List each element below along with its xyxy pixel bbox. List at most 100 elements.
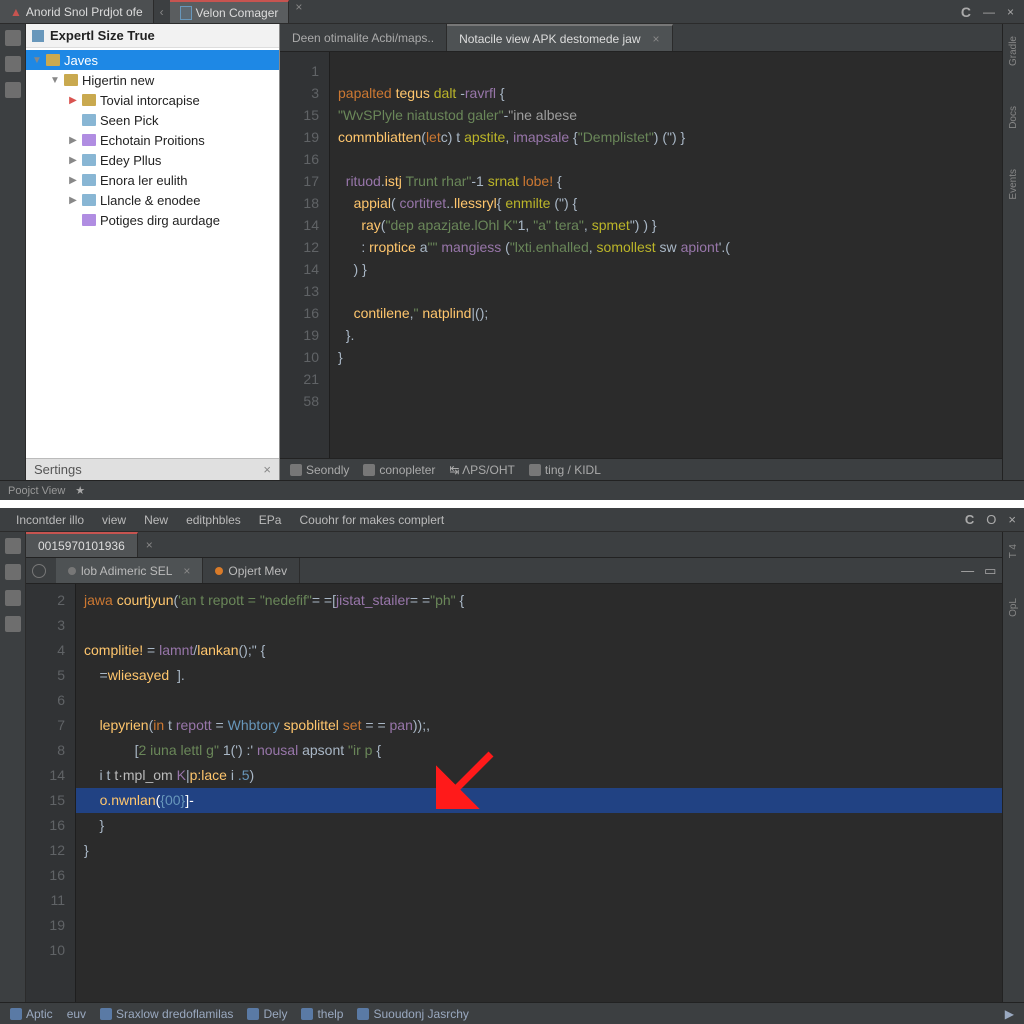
leaf-icon xyxy=(82,154,96,166)
menu-item[interactable]: Couohr for makes complert xyxy=(291,511,452,529)
main-tab-project[interactable]: ▲ Anorid Snol Prdjot ofe xyxy=(0,0,154,23)
activity-terminal-icon[interactable] xyxy=(5,616,21,632)
rail-item[interactable]: Docs xyxy=(1008,106,1019,129)
project-tree[interactable]: Javes Higertin new Tovial intorcapise Seen … xyxy=(26,48,279,458)
close-icon[interactable]: × xyxy=(263,462,271,477)
expand-arrow-icon[interactable] xyxy=(32,55,42,66)
tree-node[interactable]: Echotain Proitions xyxy=(26,130,279,150)
sidebar-header: Expertl Size True xyxy=(26,24,279,48)
rail-item[interactable]: OpL xyxy=(1008,598,1019,617)
menu-item[interactable]: editphbles xyxy=(178,511,249,529)
expand-arrow-icon[interactable] xyxy=(68,95,78,106)
rail-item[interactable]: Gradle xyxy=(1008,36,1019,66)
minimize-icon[interactable]: — xyxy=(983,5,995,19)
expand-arrow-icon[interactable] xyxy=(68,195,78,206)
status-item[interactable]: Seondly xyxy=(290,463,349,477)
status-icon xyxy=(529,464,541,476)
window-letter-button[interactable]: C xyxy=(961,4,971,20)
code-editor[interactable]: 131519161718141214131619102158 papalted … xyxy=(280,52,1024,458)
pane-divider xyxy=(0,500,1024,508)
expand-arrow-icon[interactable] xyxy=(68,155,78,166)
tree-node[interactable]: Llancle & enodee xyxy=(26,190,279,210)
editor-tab-0[interactable]: Deen otimalite Acbi/maps.. xyxy=(280,24,447,51)
scroll-right-icon[interactable]: ▶ xyxy=(1005,1007,1014,1021)
leaf-icon xyxy=(82,114,96,126)
menu-item[interactable]: EPa xyxy=(251,511,290,529)
status-icon xyxy=(357,1008,369,1020)
line-gutter: 23456781415161216111910 xyxy=(26,584,76,1002)
menu-item[interactable]: view xyxy=(94,511,134,529)
tree-node[interactable]: Enora ler eulith xyxy=(26,170,279,190)
file-icon xyxy=(180,6,192,20)
activity-bookmarks-icon[interactable] xyxy=(5,82,21,98)
sidebar-footer-label[interactable]: Sertings xyxy=(34,462,82,477)
back-circle-icon[interactable] xyxy=(32,564,46,578)
status-item[interactable]: ting / KIDL xyxy=(529,463,601,477)
expand-arrow-icon[interactable] xyxy=(50,75,60,86)
rail-item[interactable]: T 4 xyxy=(1008,544,1019,558)
activity-project-icon[interactable] xyxy=(5,538,21,554)
folder-icon xyxy=(64,74,78,86)
close-icon[interactable]: × xyxy=(183,564,190,578)
code-area[interactable]: papalted tegus dalt -ravrfl {"WvSPlyle n… xyxy=(330,52,1024,458)
tree-node-label: Javes xyxy=(64,53,98,68)
code-editor[interactable]: 23456781415161216111910 jawa courtjyun('… xyxy=(26,584,1024,1002)
status-item[interactable]: Sraxlow dredoflamilas xyxy=(100,1007,233,1021)
activity-project-icon[interactable] xyxy=(5,30,21,46)
status-label: Sraxlow dredoflamilas xyxy=(116,1007,233,1021)
status-item[interactable]: conopleter xyxy=(363,463,435,477)
window-letter-button[interactable]: C xyxy=(965,512,974,527)
close-icon[interactable]: × xyxy=(653,32,660,46)
rail-item[interactable]: Events xyxy=(1008,169,1019,200)
maximize-icon[interactable]: ▭ xyxy=(984,563,996,579)
window-controls: C O × xyxy=(965,512,1016,527)
tree-node[interactable]: Tovial intorcapise xyxy=(26,90,279,110)
right-tool-rail: T 4 OpL xyxy=(1002,532,1024,1002)
menu-item[interactable]: New xyxy=(136,511,176,529)
leaf-icon xyxy=(82,194,96,206)
status-item[interactable]: ↹ ΛPS/OHT xyxy=(449,463,514,477)
toolwindow-button[interactable]: Poojct View xyxy=(8,485,65,497)
window-controls: C — × xyxy=(951,0,1024,23)
tree-node[interactable]: Edey Pllus xyxy=(26,150,279,170)
inner-tab-1[interactable]: Opjert Mev xyxy=(203,558,300,583)
module-icon xyxy=(32,30,44,42)
tab-chevron-icon[interactable]: ‹ xyxy=(154,5,170,19)
tree-node-label: Tovial intorcapise xyxy=(100,93,200,108)
tree-node[interactable]: Seen Pick xyxy=(26,110,279,130)
code-area[interactable]: jawa courtjyun('an t repott = "nedefif"=… xyxy=(76,584,1024,1002)
activity-structure-icon[interactable] xyxy=(5,56,21,72)
close-icon[interactable]: × xyxy=(295,0,302,23)
main-tab-editor[interactable]: Velon Comager xyxy=(170,0,290,23)
activity-run-icon[interactable] xyxy=(5,564,21,580)
tree-node-label: Llancle & enodee xyxy=(100,193,200,208)
close-icon[interactable]: × xyxy=(1007,5,1014,19)
editor-tab-1[interactable]: Notacile view APK destomede jaw × xyxy=(447,24,672,51)
status-item[interactable]: Dely xyxy=(247,1007,287,1021)
expand-arrow-icon[interactable] xyxy=(68,135,78,146)
tree-node-label: Edey Pllus xyxy=(100,153,161,168)
status-item[interactable]: Suoudonj Jasrchy xyxy=(357,1007,468,1021)
star-icon[interactable]: ★ xyxy=(75,484,85,497)
minimize-icon[interactable]: — xyxy=(961,563,974,578)
tree-node[interactable]: Higertin new xyxy=(26,70,279,90)
status-icon xyxy=(301,1008,313,1020)
activity-bar xyxy=(0,532,26,1002)
doc-tab[interactable]: 0015970101936 xyxy=(26,532,138,557)
close-icon[interactable]: × xyxy=(1008,512,1016,527)
menubar: Incontder illo view New editphbles EPa C… xyxy=(0,508,1024,532)
tree-node[interactable]: Javes xyxy=(26,50,279,70)
status-item[interactable]: euv xyxy=(67,1007,86,1021)
menu-item[interactable]: Incontder illo xyxy=(8,511,92,529)
status-label: Aptic xyxy=(26,1007,53,1021)
status-item[interactable]: Aptic xyxy=(10,1007,53,1021)
window-letter-button[interactable]: O xyxy=(986,512,996,527)
close-icon[interactable]: × xyxy=(138,538,161,552)
pkg-icon xyxy=(82,214,96,226)
inner-tab-0[interactable]: lob Adimeric SEL × xyxy=(56,558,203,583)
activity-debug-icon[interactable] xyxy=(5,590,21,606)
status-item[interactable]: thelp xyxy=(301,1007,343,1021)
bottom-tool-strip: Poojct View ★ xyxy=(0,480,1024,500)
tree-node[interactable]: Potiges dirg aurdage xyxy=(26,210,279,230)
expand-arrow-icon[interactable] xyxy=(68,175,78,186)
